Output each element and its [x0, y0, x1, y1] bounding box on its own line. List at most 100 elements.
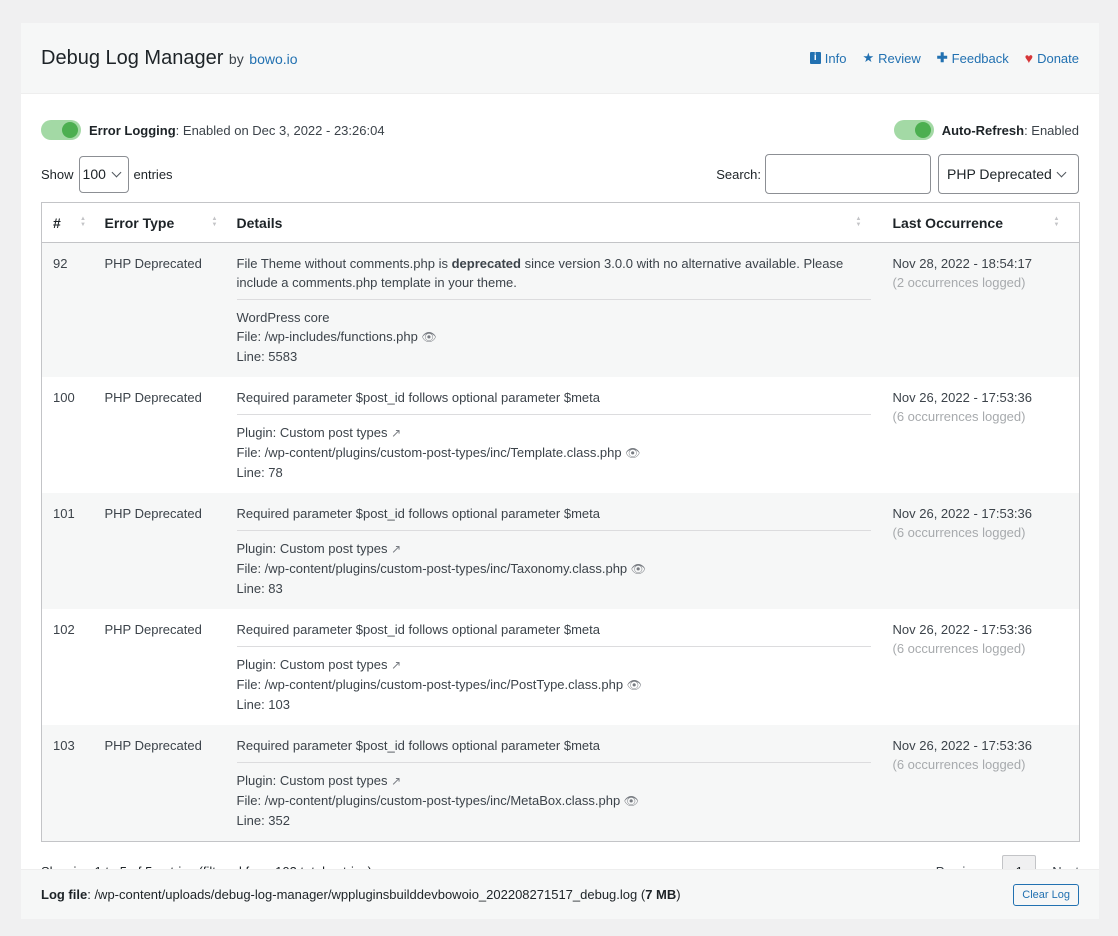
occurrence-count: (2 occurrences logged)	[892, 275, 1026, 290]
row-id: 100	[53, 390, 75, 405]
heart-icon: ♥	[1024, 50, 1034, 66]
search-label: Search:	[716, 166, 761, 182]
auto-refresh-toggle[interactable]	[893, 120, 934, 140]
row-last-occurrence: Nov 26, 2022 - 17:53:36 (6 occurrences lo…	[882, 725, 1080, 842]
row-details: Required parameter $post_id follows opti…	[226, 725, 882, 842]
row-details: File Theme without comments.php is depre…	[226, 243, 882, 378]
error-line: Line: 5583	[236, 349, 298, 364]
eye-icon[interactable]: 👁	[422, 330, 437, 344]
external-link-icon[interactable]: ↗	[391, 426, 401, 440]
row-last-occurrence: Nov 26, 2022 - 17:53:36 (6 occurrences lo…	[882, 609, 1080, 725]
row-error-type: PHP Deprecated	[104, 390, 202, 405]
error-logging-toggle[interactable]	[41, 120, 81, 140]
chevron-down-icon	[111, 167, 122, 177]
log-file-close-paren: )	[676, 887, 681, 902]
error-logging-text: Error Logging: Enabled on Dec 3, 2022 - …	[89, 123, 385, 138]
info-link[interactable]: i Info	[809, 50, 847, 66]
column-header-details[interactable]: Details ▲ ▼	[225, 202, 882, 243]
table-row: 102 PHP Deprecated Required parameter $pos…	[42, 609, 1080, 725]
occurrence-date: Nov 26, 2022 - 17:53:36	[892, 506, 1033, 521]
error-line: Line: 352	[236, 813, 291, 828]
row-error-type: PHP Deprecated	[104, 256, 202, 271]
search-input[interactable]	[765, 154, 931, 194]
eye-icon[interactable]: 👁	[627, 678, 642, 692]
author-link[interactable]: bowo.io	[249, 51, 297, 67]
error-file: File: /wp-content/plugins/custom-post-ty…	[236, 445, 641, 460]
row-details: Required parameter $post_id follows opti…	[226, 493, 882, 609]
occurrence-date: Nov 28, 2022 - 18:54:17	[892, 256, 1033, 271]
clear-log-button[interactable]: Clear Log	[1013, 883, 1079, 906]
error-logging-status: : Enabled on Dec 3, 2022 - 23:26:04	[175, 122, 385, 138]
entries-length: Show 100 entries	[41, 155, 173, 193]
table-row: 92 PHP Deprecated File Theme without comme…	[41, 242, 1080, 378]
star-icon: ★	[862, 50, 875, 65]
external-link-icon[interactable]: ↗	[391, 774, 401, 788]
info-link-label: Info	[824, 50, 847, 66]
external-link-icon[interactable]: ↗	[391, 658, 401, 672]
error-line: Line: 83	[236, 581, 283, 596]
eye-icon[interactable]: 👁	[624, 794, 639, 808]
info-icon: i	[809, 52, 821, 64]
auto-refresh-setting: Auto-Refresh: Enabled	[893, 120, 1079, 140]
search-area: Search: PHP Deprecated	[716, 154, 1079, 194]
donate-link[interactable]: ♥ Donate	[1025, 50, 1079, 66]
toggle-row: Error Logging: Enabled on Dec 3, 2022 - …	[41, 119, 1079, 141]
review-link-label: Review	[878, 50, 921, 66]
external-link-icon[interactable]: ↗	[391, 542, 401, 556]
entries-select[interactable]: 100	[78, 155, 129, 193]
error-source: WordPress core	[236, 310, 330, 325]
error-type-filter[interactable]: PHP Deprecated	[938, 154, 1079, 194]
row-error-type: PHP Deprecated	[104, 622, 202, 637]
eye-icon[interactable]: 👁	[631, 562, 646, 576]
eye-icon[interactable]: 👁	[625, 446, 640, 460]
column-header-id[interactable]: # ▲ ▼	[41, 202, 94, 243]
sort-icon: ▲ ▼	[1053, 216, 1060, 228]
sort-icon: ▲ ▼	[211, 216, 218, 228]
row-error-type: PHP Deprecated	[104, 738, 202, 753]
error-source: Plugin: Custom post types ↗	[236, 657, 402, 672]
column-header-error-type[interactable]: Error Type ▲ ▼	[93, 202, 226, 243]
error-source: Plugin: Custom post types ↗	[236, 541, 402, 556]
error-source: Plugin: Custom post types ↗	[236, 773, 402, 788]
error-message: Required parameter $post_id follows opti…	[236, 388, 871, 415]
donate-link-label: Donate	[1037, 50, 1079, 66]
occurrence-count: (6 occurrences logged)	[892, 525, 1026, 540]
column-header-last-occurrence[interactable]: Last Occurrence ▲ ▼	[881, 202, 1080, 243]
chevron-down-icon	[1056, 167, 1067, 177]
row-last-occurrence: Nov 26, 2022 - 17:53:36 (6 occurrences lo…	[882, 377, 1080, 493]
entries-value: 100	[82, 166, 106, 182]
error-message: Required parameter $post_id follows opti…	[236, 736, 871, 763]
row-id: 101	[53, 506, 75, 521]
error-line: Line: 78	[236, 465, 283, 480]
row-error-type: PHP Deprecated	[104, 506, 202, 521]
error-source: Plugin: Custom post types ↗	[236, 425, 402, 440]
table-row: 101 PHP Deprecated Required parameter $pos…	[41, 493, 1080, 609]
occurrence-count: (6 occurrences logged)	[892, 757, 1026, 772]
filter-value: PHP Deprecated	[947, 166, 1052, 182]
by-text: by	[228, 50, 244, 67]
error-message: File Theme without comments.php is depre…	[236, 254, 871, 300]
row-id: 92	[53, 256, 68, 271]
error-message: Required parameter $post_id follows opti…	[236, 504, 871, 531]
error-file: File: /wp-content/plugins/custom-post-ty…	[236, 561, 647, 576]
error-logging-label: Error Logging	[89, 122, 176, 138]
table-header-row: # ▲ ▼ Error Type ▲ ▼ Details ▲ ▼ Last Occurren…	[41, 202, 1080, 243]
error-file: File: /wp-content/plugins/custom-post-ty…	[236, 793, 640, 808]
table-row: 100 PHP Deprecated Required parameter $pos…	[42, 377, 1080, 493]
auto-refresh-label: Auto-Refresh	[941, 122, 1025, 138]
auto-refresh-status: : Enabled	[1024, 122, 1079, 138]
review-link[interactable]: ★ Review	[862, 50, 920, 66]
entries-label: entries	[133, 166, 173, 182]
error-file: File: /wp-includes/functions.php 👁	[236, 329, 437, 344]
occurrence-count: (6 occurrences logged)	[892, 409, 1026, 424]
log-file-bar: Log file: /wp-content/uploads/debug-log-…	[21, 869, 1099, 919]
log-file-info: Log file: /wp-content/uploads/debug-log-…	[41, 887, 681, 902]
header: Debug Log Manager by bowo.io i Info ★ Revi…	[21, 23, 1099, 94]
feedback-link-label: Feedback	[951, 50, 1009, 66]
sort-icon: ▲ ▼	[855, 216, 862, 228]
feedback-link[interactable]: ✚ Feedback	[937, 50, 1009, 66]
content: Error Logging: Enabled on Dec 3, 2022 - …	[21, 119, 1099, 887]
sort-icon: ▲ ▼	[80, 216, 86, 228]
occurrence-date: Nov 26, 2022 - 17:53:36	[892, 622, 1033, 637]
error-logging-setting: Error Logging: Enabled on Dec 3, 2022 - …	[41, 120, 385, 140]
